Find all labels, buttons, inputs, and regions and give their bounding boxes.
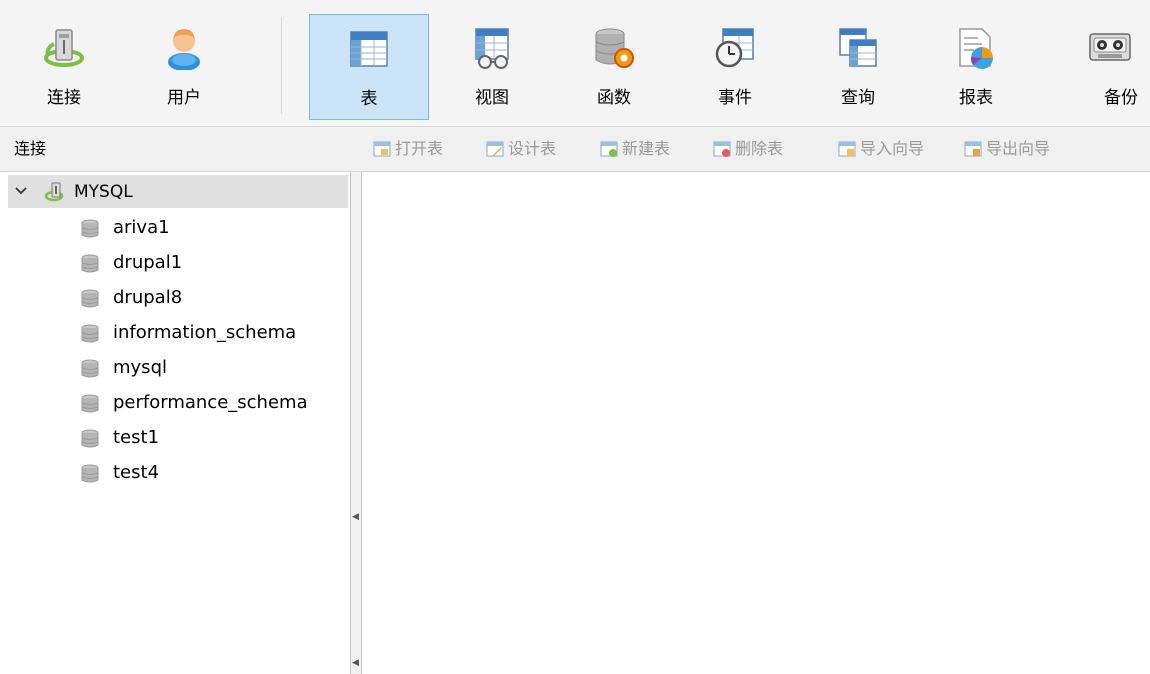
toolbar-view-button[interactable]: 视图 xyxy=(432,14,552,120)
database-icon xyxy=(81,324,99,343)
database-icon xyxy=(81,359,99,378)
design-table-label: 设计表 xyxy=(508,139,557,158)
tree-database-item[interactable]: drupal1 xyxy=(80,248,346,278)
delete-table-label: 删除表 xyxy=(735,139,784,158)
toolbar-query-button[interactable]: 查询 xyxy=(798,14,918,120)
tree-database-label: information_schema xyxy=(113,322,297,343)
export-wizard-icon xyxy=(964,141,982,157)
tree-database-label: test1 xyxy=(113,427,160,448)
object-content-area[interactable] xyxy=(362,172,1150,674)
tree-connection-mysql[interactable]: MYSQL xyxy=(8,175,348,208)
main-toolbar: 连接 用户 表 视图 函数 事件 查询 报表 备份 xyxy=(0,0,1150,127)
tree-database-item[interactable]: mysql xyxy=(80,353,346,383)
toolbar-function-button[interactable]: 函数 xyxy=(554,14,674,120)
connection-icon xyxy=(44,182,64,202)
database-icon xyxy=(81,289,99,308)
function-icon xyxy=(595,28,634,68)
toolbar-user-button[interactable]: 用户 xyxy=(124,14,244,120)
toolbar-user-label: 用户 xyxy=(167,88,201,108)
tree-database-item[interactable]: drupal8 xyxy=(80,283,346,313)
toolbar-report-label: 报表 xyxy=(959,88,993,108)
table-icon xyxy=(350,31,388,67)
import-wizard-icon xyxy=(838,141,856,157)
tree-database-item[interactable]: performance_schema xyxy=(80,388,346,418)
export-wizard-label: 导出向导 xyxy=(986,139,1051,158)
database-icon xyxy=(81,464,99,483)
toolbar-query-label: 查询 xyxy=(841,88,875,108)
tree-database-label: mysql xyxy=(113,357,167,378)
toolbar-view-label: 视图 xyxy=(475,88,509,108)
delete-table-icon xyxy=(713,141,731,157)
pane-splitter[interactable]: ◀ ◀ xyxy=(350,172,362,674)
backup-icon xyxy=(1089,33,1131,61)
new-table-icon xyxy=(600,141,618,157)
toolbar-event-label: 事件 xyxy=(718,88,752,108)
report-icon xyxy=(959,28,993,69)
tree-database-item[interactable]: ariva1 xyxy=(80,213,346,243)
tree-database-item[interactable]: information_schema xyxy=(80,318,346,348)
database-icon xyxy=(81,219,99,238)
toolbar-connect-label: 连接 xyxy=(47,88,81,108)
tree-database-label: performance_schema xyxy=(113,392,308,413)
import-wizard-label: 导入向导 xyxy=(860,139,925,158)
toolbar-event-button[interactable]: 事件 xyxy=(675,14,795,120)
connection-tree-pane: MYSQL ariva1 drupal1 drupal8 information… xyxy=(0,172,350,674)
query-icon xyxy=(839,28,877,67)
tree-database-label: ariva1 xyxy=(113,217,170,238)
new-table-label: 新建表 xyxy=(622,139,671,158)
toolbar-connect-button[interactable]: 连接 xyxy=(4,14,124,120)
event-icon xyxy=(715,28,754,68)
toolbar-report-button[interactable]: 报表 xyxy=(916,14,1036,120)
toolbar-backup-button[interactable]: 备份 xyxy=(1050,14,1150,120)
tree-database-item[interactable]: test4 xyxy=(80,458,346,488)
design-table-icon xyxy=(486,141,504,157)
open-table-label: 打开表 xyxy=(395,139,444,158)
collapse-left-arrow-icon[interactable]: ◀ xyxy=(352,658,359,668)
tree-database-label: drupal1 xyxy=(113,252,183,273)
toolbar-function-label: 函数 xyxy=(597,88,631,108)
object-toolbar: 连接 打开表 设计表 新建表 删除表 导入向导 导出向导 xyxy=(0,127,1150,172)
view-icon xyxy=(475,28,509,69)
open-table-icon xyxy=(373,141,391,157)
chevron-down-icon[interactable] xyxy=(14,184,28,198)
collapse-left-arrow-icon[interactable]: ◀ xyxy=(352,512,359,522)
toolbar-separator xyxy=(281,18,282,114)
user-icon xyxy=(168,29,200,70)
database-icon xyxy=(81,394,99,413)
connect-icon xyxy=(44,29,84,67)
connection-heading: 连接 xyxy=(14,139,47,158)
toolbar-backup-label: 备份 xyxy=(1104,88,1138,108)
toolbar-table-label: 表 xyxy=(360,89,378,109)
tree-database-label: drupal8 xyxy=(113,287,183,308)
database-icon xyxy=(81,429,99,448)
tree-database-label: test4 xyxy=(113,462,160,483)
tree-database-item[interactable]: test1 xyxy=(80,423,346,453)
database-icon xyxy=(81,254,99,273)
tree-connection-label: MYSQL xyxy=(74,182,133,202)
toolbar-table-button[interactable]: 表 xyxy=(309,14,429,120)
